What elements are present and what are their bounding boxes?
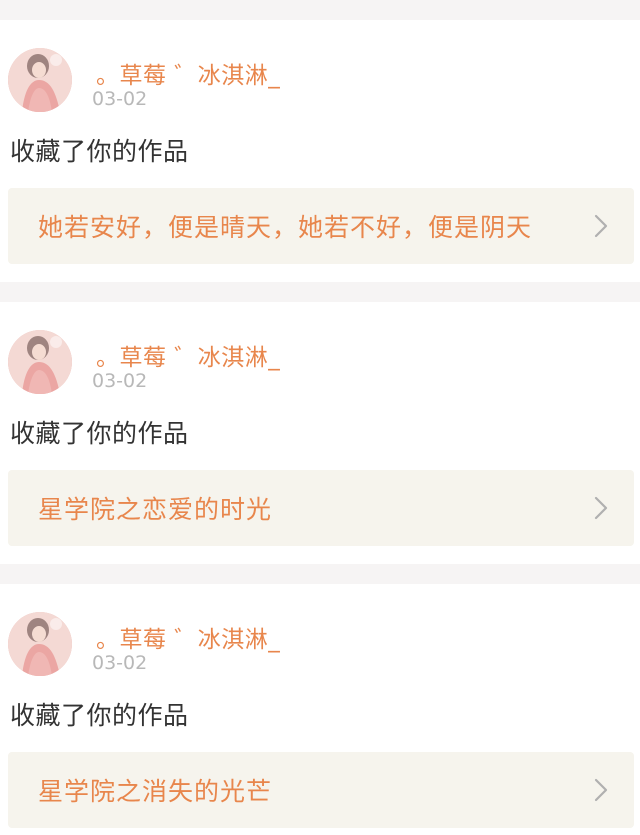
activity-text: 收藏了你的作品 (10, 137, 189, 166)
user-name[interactable]: 。草莓 ゛冰淇淋_ (96, 338, 280, 372)
avatar-image (8, 612, 72, 676)
work-title: 星学院之消失的光芒 (38, 777, 273, 806)
work-title: 星学院之恋爱的时光 (38, 495, 273, 524)
chevron-right-icon (594, 778, 608, 802)
activity-date: 03-02 (92, 88, 148, 110)
work-link[interactable]: 她若安好，便是晴天，她若不好，便是阴天 (8, 188, 634, 264)
activity-date: 03-02 (92, 652, 148, 674)
user-name[interactable]: 。草莓 ゛冰淇淋_ (96, 620, 280, 654)
work-link[interactable]: 星学院之消失的光芒 (8, 752, 634, 828)
avatar-image (8, 330, 72, 394)
activity-date: 03-02 (92, 370, 148, 392)
activity-text: 收藏了你的作品 (10, 701, 189, 730)
card-header: 。草莓 ゛冰淇淋_ 03-02 (8, 48, 608, 114)
avatar[interactable] (8, 48, 72, 112)
card-header: 。草莓 ゛冰淇淋_ 03-02 (8, 612, 608, 678)
work-title: 她若安好，便是晴天，她若不好，便是阴天 (38, 213, 533, 242)
activity-card: 。草莓 ゛冰淇淋_ 03-02 收藏了你的作品 她若安好，便是晴天，她若不好，便… (0, 20, 640, 282)
activity-card: 。草莓 ゛冰淇淋_ 03-02 收藏了你的作品 星学院之消失的光芒 (0, 584, 640, 835)
chevron-right-icon (594, 496, 608, 520)
user-name[interactable]: 。草莓 ゛冰淇淋_ (96, 56, 280, 90)
activity-feed: 。草莓 ゛冰淇淋_ 03-02 收藏了你的作品 她若安好，便是晴天，她若不好，便… (0, 20, 640, 835)
avatar[interactable] (8, 612, 72, 676)
chevron-right-icon (594, 214, 608, 238)
work-link[interactable]: 星学院之恋爱的时光 (8, 470, 634, 546)
card-header: 。草莓 ゛冰淇淋_ 03-02 (8, 330, 608, 396)
activity-card: 。草莓 ゛冰淇淋_ 03-02 收藏了你的作品 星学院之恋爱的时光 (0, 302, 640, 564)
activity-text: 收藏了你的作品 (10, 419, 189, 448)
avatar-image (8, 48, 72, 112)
avatar[interactable] (8, 330, 72, 394)
